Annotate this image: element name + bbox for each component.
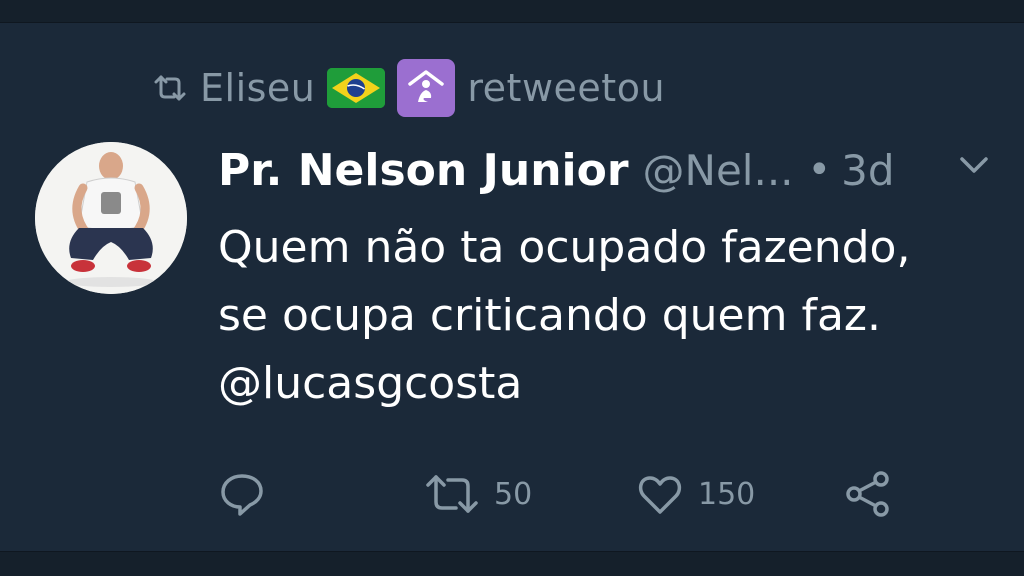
reply-icon — [221, 474, 263, 516]
share-button[interactable] — [844, 462, 892, 526]
chevron-down-icon[interactable] — [954, 150, 994, 180]
tweet-text-line: Quem não ta ocupado fazendo, — [218, 222, 911, 273]
retweet-small-icon — [154, 75, 186, 101]
retweet-verb: retweetou — [467, 66, 666, 110]
tweet-actions: 50 150 — [0, 462, 1024, 526]
praying-person-icon — [397, 59, 456, 117]
like-count: 150 — [698, 476, 756, 512]
author-name[interactable]: Pr. Nelson Junior — [218, 145, 629, 196]
separator-dot: • — [807, 147, 832, 193]
share-icon — [846, 471, 889, 517]
top-divider — [0, 0, 1024, 23]
like-button[interactable]: 150 — [636, 462, 755, 526]
retweet-context: Eliseu retweetou — [152, 59, 666, 117]
retweet-button[interactable]: 50 — [424, 462, 532, 526]
retweeter-name[interactable]: Eliseu — [200, 66, 315, 110]
avatar[interactable] — [35, 142, 187, 294]
tweet-text-line: se ocupa criticando quem faz. — [218, 290, 881, 341]
bottom-divider — [0, 551, 1024, 576]
mention-link[interactable]: @lucasgcosta — [218, 350, 1008, 418]
tweet-header: Pr. Nelson Junior @Nel... • 3d — [218, 140, 895, 200]
brazil-flag-icon — [327, 68, 386, 108]
reply-button[interactable] — [218, 462, 280, 526]
like-icon — [638, 476, 682, 514]
author-handle[interactable]: @Nel... — [643, 146, 794, 195]
tweet-text: Quem não ta ocupado fazendo, se ocupa cr… — [218, 214, 1008, 418]
tweet-timestamp[interactable]: 3d — [841, 146, 894, 195]
retweet-icon — [426, 475, 478, 513]
retweet-count: 50 — [494, 476, 533, 512]
